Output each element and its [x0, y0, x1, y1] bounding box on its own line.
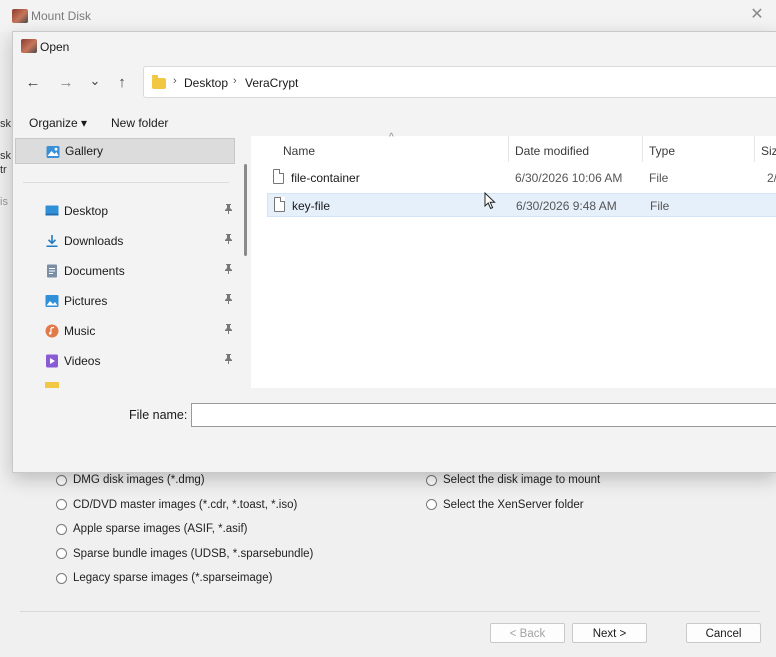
peek-text: sk [0, 118, 11, 130]
file-name: file-container [291, 171, 360, 185]
address-bar[interactable]: › Desktop › VeraCrypt [143, 66, 776, 98]
column-header-name[interactable]: Name [283, 144, 315, 158]
image-type-options: DMG disk images (*.dmg) CD/DVD master im… [56, 471, 313, 587]
close-icon[interactable]: ✕ [748, 6, 766, 24]
file-name: key-file [292, 199, 331, 213]
desktop-icon [45, 205, 59, 216]
radio-button[interactable] [56, 572, 67, 584]
breadcrumb-separator: › [173, 75, 177, 87]
file-size: 2/ [767, 171, 776, 185]
organize-menu[interactable]: Organize ▾ [29, 116, 87, 130]
filename-input[interactable] [191, 403, 776, 427]
radio-button[interactable] [426, 474, 437, 486]
nav-pane-scrollbar[interactable] [244, 164, 247, 256]
column-divider[interactable] [508, 136, 509, 162]
folder-icon [152, 75, 166, 89]
peek-text: tr [0, 164, 7, 176]
open-file-dialog: Open ← → ⌄ ↑ › Desktop › VeraCrypt Organ… [12, 31, 776, 473]
veracrypt-app-icon [21, 39, 37, 53]
next-button[interactable]: Next > [572, 623, 647, 643]
up-arrow-icon[interactable]: ↑ [111, 72, 133, 94]
radio-option-xenserver[interactable]: Select the XenServer folder [426, 496, 600, 514]
divider [20, 611, 760, 612]
forward-arrow-icon[interactable]: → [55, 72, 77, 94]
file-list: ^ Name Date modified Type Siz file-conta… [251, 132, 776, 388]
table-row[interactable]: file-container 6/30/2026 10:06 AM File 2… [267, 166, 776, 190]
radio-option-asif[interactable]: Apple sparse images (ASIF, *.asif) [56, 520, 313, 538]
file-date: 6/30/2026 10:06 AM [515, 171, 623, 185]
nav-item-gallery[interactable]: Gallery [15, 138, 235, 164]
breadcrumb-veracrypt[interactable]: VeraCrypt [245, 76, 298, 90]
recent-locations-chevron-icon[interactable]: ⌄ [84, 70, 106, 92]
cancel-button[interactable]: Cancel [686, 623, 761, 643]
radio-button[interactable] [56, 523, 67, 535]
radio-button[interactable] [56, 474, 67, 486]
documents-icon [47, 264, 57, 278]
radio-button[interactable] [56, 548, 67, 560]
radio-button[interactable] [426, 499, 437, 511]
file-type: File [650, 199, 670, 213]
sort-ascending-icon: ^ [389, 132, 394, 143]
pictures-icon [45, 295, 59, 307]
table-row[interactable]: key-file 6/30/2026 9:48 AM File [267, 193, 776, 217]
filename-area: File name: [13, 388, 776, 472]
mount-disk-titlebar[interactable]: Mount Disk ✕ [0, 0, 776, 32]
back-arrow-icon[interactable]: ← [22, 72, 44, 94]
command-bar: Organize ▾ New folder [13, 110, 776, 136]
gallery-icon [46, 146, 60, 158]
radio-option-disk-image[interactable]: Select the disk image to mount [426, 471, 600, 489]
column-divider[interactable] [642, 136, 643, 162]
breadcrumb-separator: › [233, 75, 237, 87]
new-folder-button[interactable]: New folder [111, 116, 168, 130]
nav-item-videos[interactable]: Videos [15, 348, 235, 374]
nav-item-desktop[interactable]: Desktop [15, 198, 235, 224]
pin-icon[interactable] [224, 294, 233, 307]
column-header-date-modified[interactable]: Date modified [515, 144, 589, 158]
open-dialog-titlebar[interactable]: Open [13, 32, 776, 60]
radio-option-dmg[interactable]: DMG disk images (*.dmg) [56, 471, 313, 489]
pin-icon[interactable] [224, 204, 233, 217]
file-type: File [649, 171, 669, 185]
pin-icon[interactable] [224, 234, 233, 247]
nav-item-documents[interactable]: Documents [15, 258, 235, 284]
peek-text: sk [0, 150, 11, 162]
radio-option-cdr[interactable]: CD/DVD master images (*.cdr, *.toast, *.… [56, 496, 313, 514]
filename-label: File name: [129, 408, 188, 422]
navigation-pane: Gallery Desktop Downloads Documents Pict… [15, 136, 247, 388]
breadcrumb-desktop[interactable]: Desktop [184, 76, 228, 90]
download-icon [46, 235, 58, 247]
source-options: Select the disk image to mount Select th… [426, 471, 600, 514]
peek-text: is [0, 196, 8, 208]
pin-icon[interactable] [224, 354, 233, 367]
divider [23, 182, 229, 183]
column-header-size[interactable]: Siz [761, 144, 776, 158]
file-icon [273, 169, 284, 184]
back-button[interactable]: < Back [490, 623, 565, 643]
veracrypt-app-icon [12, 9, 28, 23]
mount-disk-title: Mount Disk [31, 9, 92, 23]
radio-option-sparseimage[interactable]: Legacy sparse images (*.sparseimage) [56, 569, 313, 587]
nav-item-pictures[interactable]: Pictures [15, 288, 235, 314]
nav-item-downloads[interactable]: Downloads [15, 228, 235, 254]
radio-option-sparsebundle[interactable]: Sparse bundle images (UDSB, *.sparsebund… [56, 545, 313, 563]
open-dialog-title: Open [40, 40, 70, 54]
nav-item-music[interactable]: Music [15, 318, 235, 344]
pin-icon[interactable] [224, 324, 233, 337]
column-header-type[interactable]: Type [649, 144, 675, 158]
column-divider[interactable] [754, 136, 755, 162]
videos-icon [46, 354, 58, 368]
music-icon [45, 324, 59, 338]
radio-button[interactable] [56, 499, 67, 511]
file-date: 6/30/2026 9:48 AM [516, 199, 617, 213]
file-icon [274, 197, 285, 212]
pin-icon[interactable] [224, 264, 233, 277]
